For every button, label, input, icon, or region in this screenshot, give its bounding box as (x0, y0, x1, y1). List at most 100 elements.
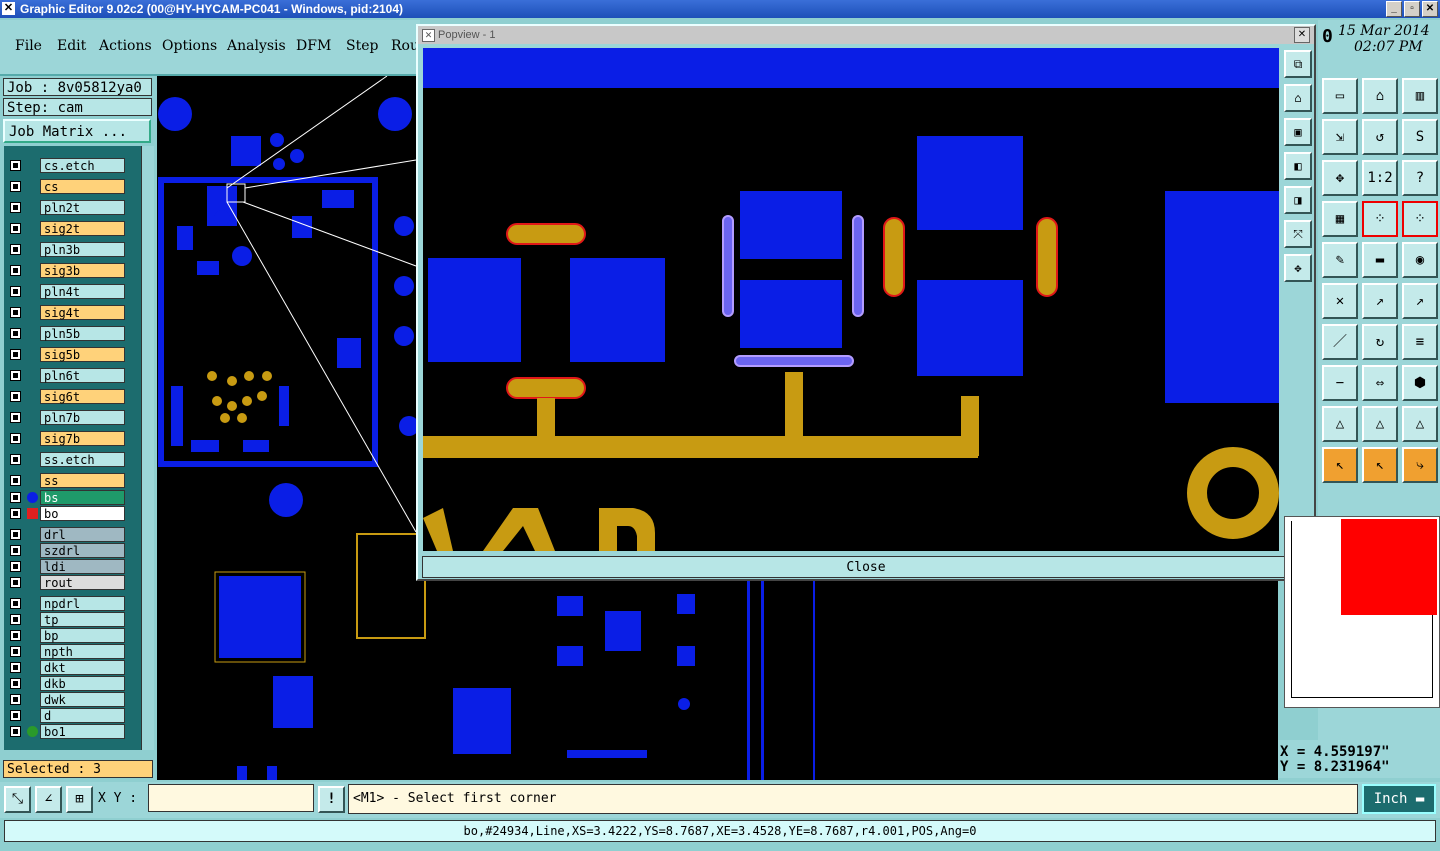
popview-fit-icon[interactable]: ⤧ (1284, 220, 1312, 248)
layer-row-sig3b[interactable]: sig3b (8, 263, 125, 278)
layer-checkbox[interactable] (10, 561, 21, 572)
line-icon[interactable]: ／ (1322, 324, 1358, 360)
units-selector[interactable]: Inch ▬ (1362, 784, 1436, 814)
layer-checkbox[interactable] (10, 181, 21, 192)
menu-edit[interactable]: Edit (57, 38, 86, 54)
job-matrix-button[interactable]: Job Matrix ... (3, 119, 151, 143)
layer-row-cs.etch[interactable]: cs.etch (8, 158, 125, 173)
popview-canvas[interactable] (423, 48, 1279, 551)
layer-checkbox[interactable] (10, 475, 21, 486)
layer-row-szdrl[interactable]: szdrl (8, 543, 125, 558)
warning-button[interactable]: ! (318, 786, 345, 813)
layer-row-sig6t[interactable]: sig6t (8, 389, 125, 404)
layer-checkbox[interactable] (10, 454, 21, 465)
layer-row-dkt[interactable]: dkt (8, 660, 125, 675)
layer-row-ss.etch[interactable]: ss.etch (8, 452, 125, 467)
layer-checkbox[interactable] (10, 202, 21, 213)
triangle-b-icon[interactable]: △ (1402, 406, 1438, 442)
cross-icon[interactable]: ✕ (1322, 283, 1358, 319)
menu-actions[interactable]: Actions (99, 38, 152, 54)
layer-row-sig4t[interactable]: sig4t (8, 305, 125, 320)
menu-route[interactable]: Rou (391, 38, 419, 54)
layer-list-scrollbar[interactable] (141, 146, 154, 750)
layer-row-cs[interactable]: cs (8, 179, 125, 194)
menu-dfm[interactable]: DFM (296, 38, 331, 54)
layer-checkbox[interactable] (10, 630, 21, 641)
layer-row-npth[interactable]: npth (8, 644, 125, 659)
ratio-icon[interactable]: 1:2 (1362, 160, 1398, 196)
layer-checkbox[interactable] (10, 614, 21, 625)
layer-row-bp[interactable]: bp (8, 628, 125, 643)
layer-row-sig5b[interactable]: sig5b (8, 347, 125, 362)
layer-row-bs[interactable]: bs (8, 490, 125, 505)
layer-row-sig7b[interactable]: sig7b (8, 431, 125, 446)
layer-row-drl[interactable]: drl (8, 527, 125, 542)
layer-checkbox[interactable] (10, 646, 21, 657)
layer-checkbox[interactable] (10, 433, 21, 444)
layer-checkbox[interactable] (10, 307, 21, 318)
triangle-icon[interactable]: △ (1322, 406, 1358, 442)
route-icon[interactable]: ⤷ (1402, 447, 1438, 483)
layer-row-ss[interactable]: ss (8, 473, 125, 488)
layer-checkbox[interactable] (10, 726, 21, 737)
home-icon[interactable]: ⌂ (1362, 78, 1398, 114)
zoom-window-icon[interactable]: ⤡ (4, 786, 31, 813)
zoom-out-icon[interactable]: ↺ (1362, 119, 1398, 155)
layer-checkbox[interactable] (10, 662, 21, 673)
layer-checkbox[interactable] (10, 492, 21, 503)
popview-pan-icon[interactable]: ◨ (1284, 186, 1312, 214)
arc-icon[interactable]: ↻ (1362, 324, 1398, 360)
layer-row-npdrl[interactable]: npdrl (8, 596, 125, 611)
menu-analysis[interactable]: Analysis (227, 38, 286, 54)
popview-close-button[interactable]: Close (422, 556, 1310, 578)
grid-snap-icon[interactable]: ⊞ (66, 786, 93, 813)
pointer-icon[interactable]: ↖ (1322, 447, 1358, 483)
layer-checkbox[interactable] (10, 286, 21, 297)
measure-angle-icon[interactable]: ∠ (35, 786, 62, 813)
popview-app-icon[interactable]: ✕ (422, 29, 435, 42)
snap-pad-red-icon[interactable]: ⁘ (1402, 201, 1438, 237)
layer-row-rout[interactable]: rout (8, 575, 125, 590)
pointer-select-icon[interactable]: ↖ (1362, 447, 1398, 483)
layer-checkbox[interactable] (10, 370, 21, 381)
layer-checkbox[interactable] (10, 598, 21, 609)
ruler-icon[interactable]: ▬ (1362, 242, 1398, 278)
triangle-a-icon[interactable]: △ (1362, 406, 1398, 442)
layer-row-pln3b[interactable]: pln3b (8, 242, 125, 257)
stretch-icon[interactable]: S (1402, 119, 1438, 155)
select-box-icon[interactable]: ◉ (1402, 242, 1438, 278)
app-icon[interactable]: ✕ (2, 2, 15, 15)
snap-pad-icon[interactable]: ⁘ (1362, 201, 1398, 237)
feature-icon[interactable]: ≡ (1402, 324, 1438, 360)
layer-checkbox[interactable] (10, 577, 21, 588)
layer-row-ldi[interactable]: ldi (8, 559, 125, 574)
layer-checkbox[interactable] (10, 545, 21, 556)
popview-zoom-in-icon[interactable]: ▣ (1284, 118, 1312, 146)
menu-options[interactable]: Options (162, 38, 217, 54)
snap-center-icon[interactable]: ↗ (1402, 283, 1438, 319)
grid-icon[interactable]: ▦ (1322, 201, 1358, 237)
overview-map[interactable] (1284, 516, 1440, 708)
layer-checkbox[interactable] (10, 678, 21, 689)
layer-row-bo[interactable]: bo (8, 506, 125, 521)
maximize-icon[interactable]: ▫ (1404, 1, 1420, 17)
popview-home-icon[interactable]: ⌂ (1284, 84, 1312, 112)
layer-row-pln4t[interactable]: pln4t (8, 284, 125, 299)
layer-row-dwk[interactable]: dwk (8, 692, 125, 707)
popview-zoom-out-icon[interactable]: ◧ (1284, 152, 1312, 180)
popview-zoom-icon[interactable]: ⧉ (1284, 50, 1312, 78)
layer-row-pln7b[interactable]: pln7b (8, 410, 125, 425)
minimize-icon[interactable]: _ (1386, 1, 1402, 17)
zoom-in-icon[interactable]: ⇲ (1322, 119, 1358, 155)
popview-zoom-icon[interactable]: ▭ (1322, 78, 1358, 114)
components-icon[interactable]: ⬢ (1402, 365, 1438, 401)
layer-row-sig2t[interactable]: sig2t (8, 221, 125, 236)
xy-input[interactable] (148, 784, 314, 812)
minus-icon[interactable]: − (1322, 365, 1358, 401)
menu-step[interactable]: Step (346, 38, 378, 54)
layer-row-pln2t[interactable]: pln2t (8, 200, 125, 215)
layer-checkbox[interactable] (10, 694, 21, 705)
pan-icon[interactable]: ✥ (1322, 160, 1358, 196)
layer-checkbox[interactable] (10, 265, 21, 276)
popview-move-icon[interactable]: ✥ (1284, 254, 1312, 282)
